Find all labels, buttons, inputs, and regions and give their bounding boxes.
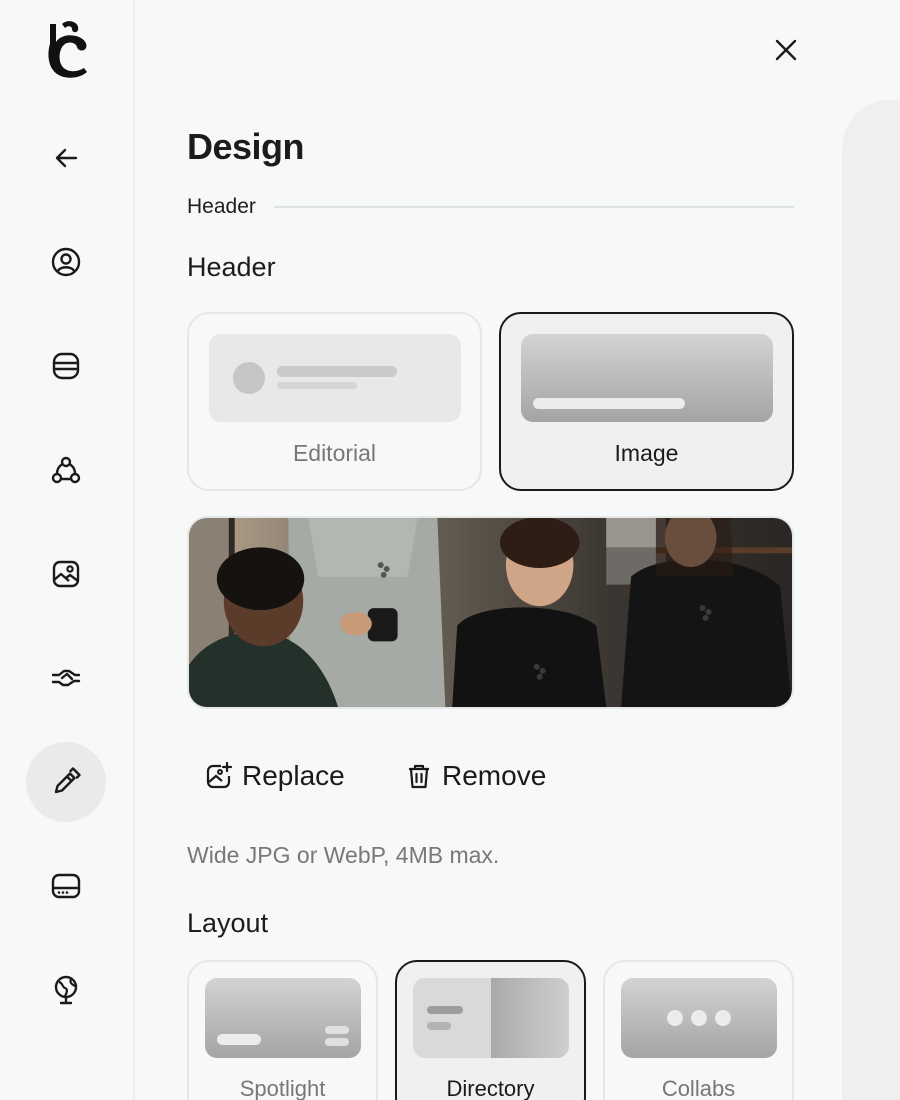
close-button[interactable]: [766, 30, 806, 70]
sidebar-item-integrations[interactable]: [26, 638, 106, 718]
spotlight-thumbnail: [205, 978, 361, 1058]
brand-logo[interactable]: [44, 20, 90, 80]
upload-hint: Wide JPG or WebP, 4MB max.: [187, 842, 500, 868]
share-nodes-icon: [51, 456, 81, 484]
layout-option-label: Spotlight: [239, 1076, 326, 1100]
sidebar-item-media[interactable]: [26, 534, 106, 614]
remove-label: Remove: [442, 760, 547, 791]
image-thumbnail: [521, 334, 773, 422]
section-title-header: Header: [187, 252, 276, 282]
breadcrumb-item: Header: [187, 195, 256, 218]
sidebar-item-profile[interactable]: [26, 222, 106, 302]
arrow-left-icon: [55, 148, 78, 168]
database-icon: [52, 352, 80, 380]
trash-icon: [409, 764, 429, 789]
handshake-icon: [51, 669, 81, 687]
sidebar-item-database[interactable]: [26, 326, 106, 406]
directory-thumbnail: [413, 978, 569, 1058]
layout-option-label: Collabs: [661, 1076, 736, 1100]
breadcrumb: Header: [187, 194, 794, 220]
layout-option-spotlight[interactable]: Spotlight: [187, 960, 378, 1100]
page-title: Design: [187, 126, 305, 167]
remove-image-button[interactable]: Remove: [404, 756, 546, 796]
header-option-image[interactable]: Image: [499, 312, 794, 491]
layout-option-collabs[interactable]: Collabs: [603, 960, 794, 1100]
sidebar-item-language[interactable]: [26, 950, 106, 1030]
layout-option-label: Directory: [446, 1076, 535, 1100]
globe-icon: [54, 975, 78, 1005]
close-icon: [775, 39, 797, 61]
image-add-icon: [206, 761, 233, 789]
replace-image-button[interactable]: Replace: [204, 756, 345, 796]
image-icon: [52, 560, 80, 588]
tablet-icon: [51, 873, 81, 899]
section-title-layout: Layout: [187, 908, 269, 938]
header-option-label: Editorial: [292, 440, 377, 466]
sidebar-item-design[interactable]: [26, 742, 106, 822]
sidebar-item-device[interactable]: [26, 846, 106, 926]
header-option-label: Image: [614, 440, 679, 466]
sidebar-item-connections[interactable]: [26, 430, 106, 510]
layout-option-directory[interactable]: Directory: [395, 960, 586, 1100]
pen-icon: [54, 767, 81, 794]
user-circle-icon: [51, 247, 81, 277]
collabs-thumbnail: [621, 978, 777, 1058]
back-button[interactable]: [26, 118, 106, 198]
breadcrumb-divider: [273, 206, 794, 208]
side-panel-edge: [842, 100, 900, 1100]
editorial-thumbnail: [209, 334, 461, 422]
header-image-preview: [187, 516, 794, 709]
header-option-editorial[interactable]: Editorial: [187, 312, 482, 491]
replace-label: Replace: [242, 760, 345, 791]
sidebar: [0, 0, 135, 1100]
